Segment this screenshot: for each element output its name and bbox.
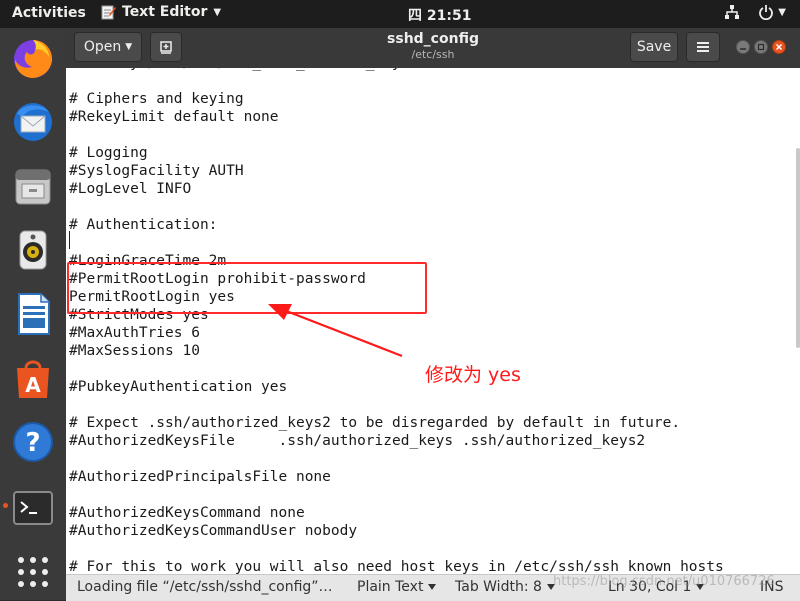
network-icon[interactable] <box>724 4 740 20</box>
open-button-label: Open <box>83 39 122 55</box>
code-line[interactable] <box>69 540 724 558</box>
annotation-label: 修改为 yes <box>425 364 521 386</box>
code-line[interactable] <box>69 72 724 90</box>
hamburger-menu-button[interactable] <box>686 32 720 62</box>
annotation-arrow <box>268 304 403 358</box>
code-line[interactable]: #RekeyLimit default none <box>69 108 724 126</box>
scrollbar[interactable] <box>796 148 800 348</box>
firefox-icon[interactable] <box>9 34 57 82</box>
maximize-icon <box>757 43 765 51</box>
tab-width-label: Tab Width: 8 <box>455 579 542 595</box>
help-icon[interactable]: ? <box>9 418 57 466</box>
minimize-icon <box>740 48 746 50</box>
code-line[interactable]: #AuthorizedKeysCommandUser nobody <box>69 522 724 540</box>
thunderbird-icon[interactable] <box>9 98 57 146</box>
code-line[interactable]: # Ciphers and keying <box>69 90 724 108</box>
code-line[interactable]: #AuthorizedPrincipalsFile none <box>69 468 724 486</box>
code-line[interactable]: #LogLevel INFO <box>69 180 724 198</box>
chevron-down-icon <box>428 584 437 590</box>
top-bar: Activities Text Editor ▼ 四 21:51 ▼ <box>0 0 800 28</box>
code-line[interactable] <box>69 234 724 252</box>
close-button[interactable] <box>772 40 786 54</box>
save-button[interactable]: Save <box>630 32 678 62</box>
files-icon[interactable] <box>9 162 57 210</box>
language-selector[interactable]: Plain Text <box>357 579 437 595</box>
text-editor-icon <box>101 5 116 20</box>
code-line[interactable]: # Authentication: <box>69 216 724 234</box>
window-title: sshd_config /etc/ssh <box>366 31 500 62</box>
clock[interactable]: 四 21:51 <box>408 5 471 25</box>
code-line[interactable]: #SyslogFacility AUTH <box>69 162 724 180</box>
watermark: https://blog.csdn.net/u010766726 <box>553 574 775 589</box>
code-line[interactable]: # Logging <box>69 144 724 162</box>
svg-text:A: A <box>25 373 41 397</box>
new-document-button[interactable] <box>150 32 182 62</box>
code-line[interactable] <box>69 450 724 468</box>
language-label: Plain Text <box>357 579 424 595</box>
code-line[interactable]: #AuthorizedKeysFile .ssh/authorized_keys… <box>69 432 724 450</box>
terminal-icon[interactable] <box>9 484 57 532</box>
system-tray[interactable]: ▼ <box>724 4 786 20</box>
code-line[interactable]: #PubkeyAuthentication yes <box>69 378 724 396</box>
svg-text:?: ? <box>25 428 40 458</box>
minimize-button[interactable] <box>736 40 750 54</box>
document-title: sshd_config <box>387 31 479 47</box>
activities-button[interactable]: Activities <box>12 5 86 21</box>
open-button[interactable]: Open ▼ <box>74 32 142 62</box>
code-line[interactable]: #AuthorizedKeysCommand none <box>69 504 724 522</box>
chevron-down-icon: ▼ <box>213 6 222 18</box>
code-line[interactable] <box>69 486 724 504</box>
code-line[interactable] <box>69 126 724 144</box>
window-header: Open ▼ sshd_config /etc/ssh Save <box>66 28 800 69</box>
maximize-button[interactable] <box>754 40 768 54</box>
libreoffice-writer-icon[interactable] <box>9 290 57 338</box>
power-icon[interactable]: ▼ <box>758 4 786 20</box>
chevron-down-icon: ▼ <box>125 42 133 52</box>
document-path: /etc/ssh <box>411 48 455 61</box>
dock: A ? <box>0 28 66 600</box>
loading-status: Loading file “/etc/ssh/sshd_config”… <box>77 579 333 595</box>
close-icon <box>775 43 783 51</box>
show-apps-icon[interactable] <box>9 548 57 596</box>
new-document-icon <box>160 41 172 54</box>
tab-width-selector[interactable]: Tab Width: 8 <box>455 579 555 595</box>
code-line[interactable] <box>69 396 724 414</box>
text-editor-area[interactable]: #HostKey /etc/ssh/ssh_host_ed25519_key# … <box>66 68 800 574</box>
app-menu[interactable]: Text Editor ▼ <box>100 4 221 20</box>
code-line[interactable]: # For this to work you will also need ho… <box>69 558 724 574</box>
code-line[interactable] <box>69 198 724 216</box>
running-indicator <box>3 503 8 508</box>
rhythmbox-icon[interactable] <box>9 226 57 274</box>
hamburger-icon <box>697 42 709 52</box>
code-line[interactable]: # Expect .ssh/authorized_keys2 to be dis… <box>69 414 724 432</box>
text-cursor <box>69 231 70 249</box>
software-center-icon[interactable]: A <box>9 354 57 402</box>
app-name: Text Editor <box>122 4 208 20</box>
